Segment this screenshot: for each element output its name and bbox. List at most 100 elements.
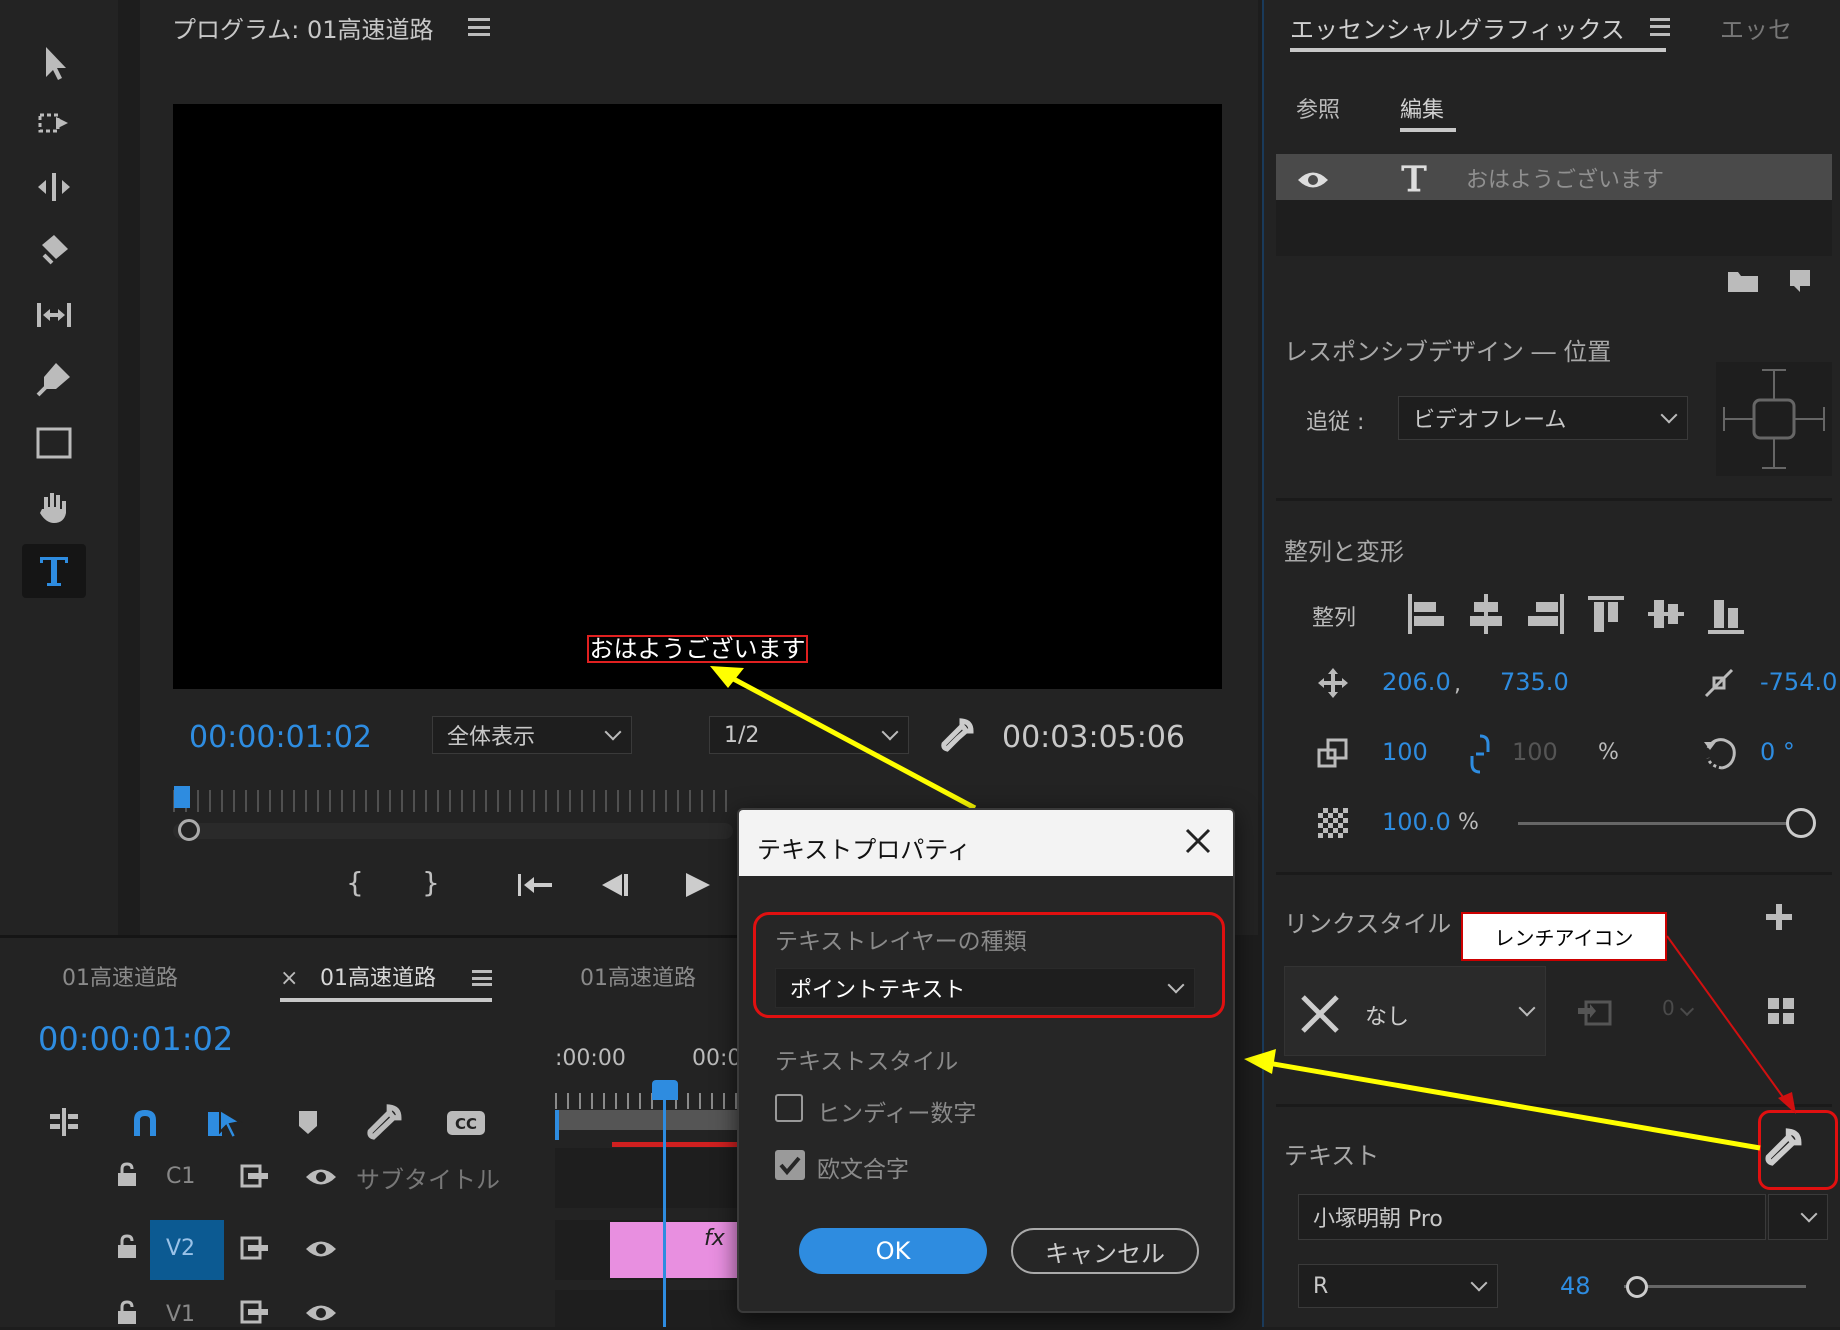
pen-tool-icon[interactable] bbox=[22, 352, 86, 406]
play-icon[interactable] bbox=[682, 870, 714, 904]
font-select-toggle[interactable] bbox=[1768, 1194, 1828, 1240]
rectangle-tool-icon[interactable] bbox=[22, 416, 86, 470]
align-top-icon[interactable] bbox=[1586, 592, 1626, 640]
align-center-v-icon[interactable] bbox=[1646, 592, 1686, 640]
work-area-bar[interactable] bbox=[555, 1110, 740, 1130]
eye-icon[interactable] bbox=[304, 1166, 338, 1192]
opacity-slider-handle[interactable] bbox=[1786, 808, 1816, 838]
font-size-value[interactable]: 48 bbox=[1560, 1272, 1591, 1300]
caption-text-box[interactable]: おはようございます bbox=[587, 635, 808, 663]
style-select[interactable]: なし bbox=[1284, 966, 1546, 1056]
hindi-digits-checkbox[interactable] bbox=[775, 1094, 803, 1122]
track-select-tool-icon[interactable] bbox=[22, 96, 86, 150]
slip-tool-icon[interactable] bbox=[22, 288, 86, 342]
lock-icon[interactable] bbox=[116, 1300, 138, 1330]
opacity-slider-track[interactable] bbox=[1518, 822, 1802, 825]
lock-icon[interactable] bbox=[116, 1162, 138, 1192]
text-section-title: テキスト bbox=[1284, 1142, 1380, 1170]
c1-lane[interactable] bbox=[555, 1148, 740, 1208]
pin-widget[interactable] bbox=[1716, 362, 1832, 476]
ok-button[interactable]: OK bbox=[799, 1228, 987, 1274]
align-center-h-icon[interactable] bbox=[1466, 592, 1506, 640]
grid-view-icon[interactable] bbox=[1766, 996, 1796, 1030]
cancel-button[interactable]: キャンセル bbox=[1011, 1228, 1199, 1274]
captions-icon[interactable]: CC bbox=[446, 1110, 486, 1140]
close-icon[interactable] bbox=[1183, 826, 1213, 860]
layer-type-select[interactable]: ポイントテキスト bbox=[775, 968, 1195, 1008]
snap-in-timeline-icon[interactable] bbox=[46, 1106, 82, 1142]
new-group-folder-icon[interactable] bbox=[1726, 268, 1760, 298]
sync-lock-icon[interactable] bbox=[240, 1300, 270, 1328]
timeline-wrench-icon[interactable] bbox=[366, 1104, 402, 1144]
ruler-label-1: 00:0 bbox=[692, 1046, 742, 1071]
push-style-icon[interactable] bbox=[1576, 994, 1614, 1032]
hand-tool-icon[interactable] bbox=[22, 480, 86, 534]
align-left-icon[interactable] bbox=[1406, 592, 1446, 640]
follow-select[interactable]: ビデオフレーム bbox=[1398, 396, 1688, 440]
go-to-in-icon[interactable] bbox=[516, 870, 556, 904]
font-size-slider-track[interactable] bbox=[1624, 1285, 1806, 1288]
mark-out-icon[interactable]: } bbox=[422, 866, 440, 899]
align-right-icon[interactable] bbox=[1526, 592, 1566, 640]
font-style-select[interactable]: R bbox=[1298, 1264, 1498, 1308]
razor-tool-icon[interactable] bbox=[22, 224, 86, 278]
font-select[interactable]: 小塚明朝 Pro bbox=[1298, 1194, 1766, 1240]
sync-lock-icon[interactable] bbox=[240, 1164, 270, 1192]
add-marker-icon[interactable] bbox=[296, 1108, 320, 1140]
chevron-down-icon bbox=[1679, 1001, 1695, 1017]
mark-in-icon[interactable]: { bbox=[346, 866, 364, 899]
snap-magnet-icon[interactable] bbox=[128, 1106, 162, 1142]
tab-edit-underline bbox=[1400, 128, 1456, 132]
position-x[interactable]: 206.0 bbox=[1382, 668, 1451, 696]
timeline-ruler[interactable] bbox=[555, 1093, 740, 1109]
timeline-timecode[interactable]: 00:00:01:02 bbox=[38, 1020, 233, 1058]
type-tool-icon[interactable] bbox=[22, 544, 86, 598]
sync-lock-icon[interactable] bbox=[240, 1236, 270, 1264]
step-back-icon[interactable] bbox=[598, 870, 632, 904]
playhead-marker[interactable] bbox=[174, 786, 190, 808]
scale-height[interactable]: 100 bbox=[1512, 738, 1558, 766]
ligatures-checkbox[interactable] bbox=[775, 1150, 805, 1180]
essential-graphics-panel: エッセンシャルグラフィックス エッセ 参照 編集 おはようございます レスポンシ… bbox=[1262, 0, 1840, 1327]
tab-browse[interactable]: 参照 bbox=[1296, 92, 1340, 124]
font-size-slider-handle[interactable] bbox=[1626, 1276, 1648, 1298]
panel-title-2[interactable]: エッセ bbox=[1720, 10, 1792, 45]
timeline-playhead[interactable] bbox=[652, 1080, 678, 1100]
linked-selection-icon[interactable] bbox=[204, 1106, 244, 1144]
align-bottom-icon[interactable] bbox=[1706, 592, 1746, 640]
time-ruler[interactable] bbox=[173, 790, 733, 812]
ripple-edit-tool-icon[interactable] bbox=[22, 160, 86, 214]
scale-value[interactable]: 100 bbox=[1382, 738, 1428, 766]
anchor-value[interactable]: -754.0 bbox=[1760, 668, 1837, 696]
scrollbar-handle[interactable] bbox=[178, 819, 200, 841]
timeline-tab-2[interactable]: 01高速道路 bbox=[320, 960, 436, 992]
close-icon[interactable]: × bbox=[280, 966, 298, 991]
panel-menu-icon[interactable] bbox=[472, 970, 492, 986]
link-scale-icon[interactable] bbox=[1470, 734, 1490, 778]
panel-menu-icon[interactable] bbox=[468, 18, 490, 36]
selection-tool-icon[interactable] bbox=[22, 36, 86, 90]
opacity-value[interactable]: 100.0 bbox=[1382, 808, 1451, 836]
panel-menu-icon[interactable] bbox=[1650, 18, 1670, 36]
timeline-tab-3[interactable]: 01高速道路 bbox=[580, 960, 696, 992]
layer-row[interactable]: おはようございます bbox=[1276, 154, 1832, 200]
add-style-icon[interactable] bbox=[1764, 902, 1794, 936]
lock-icon[interactable] bbox=[116, 1234, 138, 1264]
v1-lane[interactable] bbox=[555, 1290, 740, 1327]
rotation-value[interactable]: 0 ° bbox=[1760, 738, 1795, 766]
resolution-select[interactable]: 1/2 bbox=[709, 716, 909, 754]
zoom-select[interactable]: 全体表示 bbox=[432, 716, 632, 754]
timeline-tab-1[interactable]: 01高速道路 bbox=[62, 960, 178, 992]
eye-icon[interactable] bbox=[1296, 169, 1330, 195]
wrench-icon[interactable] bbox=[940, 718, 974, 752]
program-timecode[interactable]: 00:00:01:02 bbox=[189, 720, 372, 755]
eye-icon[interactable] bbox=[304, 1302, 338, 1328]
graphic-clip[interactable]: fx bbox=[610, 1222, 740, 1278]
panel-title[interactable]: エッセンシャルグラフィックス bbox=[1290, 10, 1625, 45]
new-layer-icon[interactable] bbox=[1786, 266, 1814, 298]
eye-icon[interactable] bbox=[304, 1238, 338, 1264]
position-y[interactable]: 735.0 bbox=[1500, 668, 1569, 696]
video-viewer[interactable] bbox=[173, 104, 1222, 689]
zoom-scrollbar[interactable] bbox=[173, 823, 733, 839]
tab-edit[interactable]: 編集 bbox=[1400, 92, 1444, 124]
